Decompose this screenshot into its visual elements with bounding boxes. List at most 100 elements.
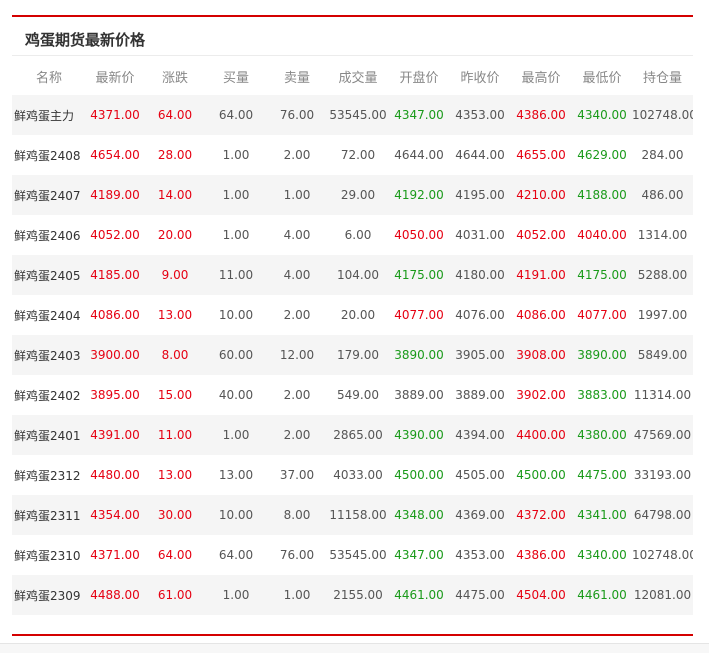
cell-high-price: 4191.00 [510,255,572,295]
cell-change: 64.00 [144,95,206,135]
cell-ask-volume: 37.00 [266,455,328,495]
cell-open-interest: 102748.00 [632,95,693,135]
cell-bid-volume: 1.00 [206,135,266,175]
cell-name[interactable]: 鲜鸡蛋2408 [12,135,86,175]
cell-change: 15.00 [144,375,206,415]
cell-name[interactable]: 鲜鸡蛋2406 [12,215,86,255]
cell-open-interest: 12081.00 [632,575,693,615]
table-row[interactable]: 鲜鸡蛋2401 4391.00 11.00 1.00 2.00 2865.00 4390.0… [12,415,693,455]
cell-ask-volume: 4.00 [266,215,328,255]
cell-prev-close: 4353.00 [450,535,510,575]
cell-latest-price: 4371.00 [86,95,144,135]
cell-name[interactable]: 鲜鸡蛋2310 [12,535,86,575]
cell-bid-volume: 64.00 [206,95,266,135]
cell-open-price: 4050.00 [388,215,450,255]
cell-low-price: 3890.00 [572,335,632,375]
cell-open-interest: 284.00 [632,135,693,175]
cell-ask-volume: 2.00 [266,375,328,415]
cell-name[interactable]: 鲜鸡蛋2407 [12,175,86,215]
cell-open-interest: 102748.00 [632,535,693,575]
table-row[interactable]: 鲜鸡蛋2311 4354.00 30.00 10.00 8.00 11158.00 4348… [12,495,693,535]
header-ask-volume: 卖量 [283,70,310,86]
cell-open-price: 4192.00 [388,175,450,215]
cell-change: 20.00 [144,215,206,255]
cell-high-price: 4052.00 [510,215,572,255]
cell-name[interactable]: 鲜鸡蛋2401 [12,415,86,455]
cell-prev-close: 4475.00 [450,575,510,615]
cell-high-price: 4504.00 [510,575,572,615]
cell-bid-volume: 60.00 [206,335,266,375]
cell-trade-volume: 2155.00 [328,575,388,615]
table-row[interactable]: 鲜鸡蛋2403 3900.00 8.00 60.00 12.00 179.00 3890.0… [12,335,693,375]
cell-trade-volume: 29.00 [328,175,388,215]
cell-trade-volume: 20.00 [328,295,388,335]
cell-name[interactable]: 鲜鸡蛋2309 [12,575,86,615]
cell-bid-volume: 10.00 [206,295,266,335]
cell-trade-volume: 72.00 [328,135,388,175]
cell-open-interest: 33193.00 [632,455,693,495]
header-row: 名称 最新价 涨跌 买量 卖量 成交量 开盘价 昨收价 最高价 最低价 持仓量 [12,57,693,95]
cell-ask-volume: 76.00 [266,535,328,575]
table-row[interactable]: 鲜鸡蛋2404 4086.00 13.00 10.00 2.00 20.00 4077.00… [12,295,693,335]
cell-bid-volume: 11.00 [206,255,266,295]
cell-bid-volume: 64.00 [206,535,266,575]
cell-ask-volume: 8.00 [266,495,328,535]
cell-open-price: 4390.00 [388,415,450,455]
header-change: 涨跌 [161,70,188,86]
cell-low-price: 4475.00 [572,455,632,495]
table-row[interactable]: 鲜鸡蛋2310 4371.00 64.00 64.00 76.00 53545.00 434… [12,535,693,575]
cell-bid-volume: 10.00 [206,495,266,535]
cell-high-price: 3908.00 [510,335,572,375]
header-high-price: 最高价 [521,70,561,86]
cell-name[interactable]: 鲜鸡蛋2405 [12,255,86,295]
cell-prev-close: 4394.00 [450,415,510,455]
cell-change: 13.00 [144,295,206,335]
cell-high-price: 4372.00 [510,495,572,535]
table-row[interactable]: 鲜鸡蛋2312 4480.00 13.00 13.00 37.00 4033.00 4500… [12,455,693,495]
cell-name[interactable]: 鲜鸡蛋2311 [12,495,86,535]
cell-open-price: 4175.00 [388,255,450,295]
cell-bid-volume: 1.00 [206,575,266,615]
cell-trade-volume: 104.00 [328,255,388,295]
cell-high-price: 4400.00 [510,415,572,455]
cell-latest-price: 4086.00 [86,295,144,335]
table-row[interactable]: 鲜鸡蛋2402 3895.00 15.00 40.00 2.00 549.00 3889.0… [12,375,693,415]
cell-name[interactable]: 鲜鸡蛋2403 [12,335,86,375]
cell-name[interactable]: 鲜鸡蛋2402 [12,375,86,415]
cell-open-interest: 1314.00 [632,215,693,255]
cell-latest-price: 3900.00 [86,335,144,375]
table-row[interactable]: 鲜鸡蛋主力 4371.00 64.00 64.00 76.00 53545.00 4347.… [12,95,693,135]
top-accent-rule [12,15,693,17]
table-row[interactable]: 鲜鸡蛋2309 4488.00 61.00 1.00 1.00 2155.00 4461.0… [12,575,693,615]
table-row[interactable]: 鲜鸡蛋2408 4654.00 28.00 1.00 2.00 72.00 4644.00 4… [12,135,693,175]
cell-change: 11.00 [144,415,206,455]
cell-name[interactable]: 鲜鸡蛋主力 [12,95,86,135]
cell-latest-price: 4189.00 [86,175,144,215]
cell-low-price: 4341.00 [572,495,632,535]
cell-trade-volume: 11158.00 [328,495,388,535]
cell-ask-volume: 1.00 [266,175,328,215]
cell-latest-price: 4354.00 [86,495,144,535]
cell-open-price: 4348.00 [388,495,450,535]
cell-change: 13.00 [144,455,206,495]
cell-high-price: 4500.00 [510,455,572,495]
table-row[interactable]: 鲜鸡蛋2405 4185.00 9.00 11.00 4.00 104.00 4175.00… [12,255,693,295]
cell-change: 28.00 [144,135,206,175]
cell-name[interactable]: 鲜鸡蛋2404 [12,295,86,335]
cell-trade-volume: 179.00 [328,335,388,375]
cell-high-price: 3902.00 [510,375,572,415]
table-row[interactable]: 鲜鸡蛋2407 4189.00 14.00 1.00 1.00 29.00 4192.00 4… [12,175,693,215]
cell-trade-volume: 4033.00 [328,455,388,495]
cell-trade-volume: 2865.00 [328,415,388,455]
header-trade-volume: 成交量 [338,70,378,86]
cell-ask-volume: 4.00 [266,255,328,295]
cell-name[interactable]: 鲜鸡蛋2312 [12,455,86,495]
cell-open-price: 4347.00 [388,95,450,135]
cell-bid-volume: 1.00 [206,215,266,255]
cell-latest-price: 4371.00 [86,535,144,575]
table-row[interactable]: 鲜鸡蛋2406 4052.00 20.00 1.00 4.00 6.00 4050.00 40… [12,215,693,255]
cell-latest-price: 4052.00 [86,215,144,255]
cell-latest-price: 4480.00 [86,455,144,495]
cell-low-price: 4340.00 [572,535,632,575]
cell-prev-close: 4195.00 [450,175,510,215]
